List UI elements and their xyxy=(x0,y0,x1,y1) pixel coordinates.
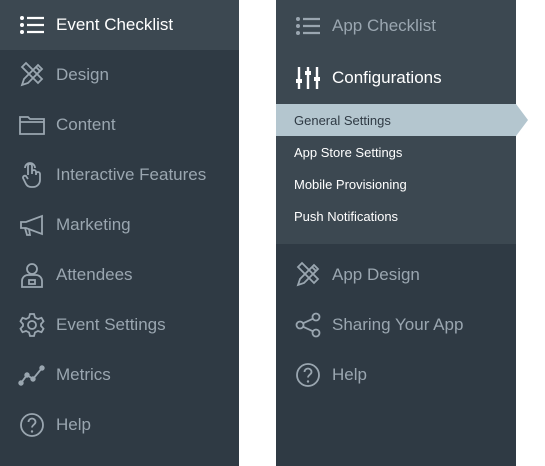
app-checklist-header[interactable]: App Checklist xyxy=(276,0,516,52)
sidebar-item-label: Attendees xyxy=(56,265,133,284)
sidebar-item-attendees[interactable]: Attendees xyxy=(0,250,239,300)
sidebar-item-label: Design xyxy=(56,65,109,84)
touch-hand-icon xyxy=(17,160,47,190)
sidebar-item-label: Event Settings xyxy=(56,315,166,334)
sidebar-item-design[interactable]: Design xyxy=(0,50,239,100)
subitem-app-store-settings[interactable]: App Store Settings xyxy=(276,136,516,168)
help-icon xyxy=(293,360,323,390)
list-icon xyxy=(17,10,47,40)
attendee-badge-icon xyxy=(17,260,47,290)
event-checklist-header[interactable]: Event Checklist xyxy=(0,0,239,50)
subitem-mobile-provisioning[interactable]: Mobile Provisioning xyxy=(276,168,516,200)
sidebar-item-help[interactable]: Help xyxy=(276,350,516,400)
sidebar-item-label: Metrics xyxy=(56,365,111,384)
app-checklist-label: App Checklist xyxy=(332,16,436,35)
app-checklist-sidebar: App Checklist Configurations General Set… xyxy=(276,0,528,466)
event-checklist-label: Event Checklist xyxy=(56,15,174,34)
configurations-section: Configurations General Settings App Stor… xyxy=(276,52,528,244)
sidebar-item-marketing[interactable]: Marketing xyxy=(0,200,239,250)
sidebar-item-label: App Design xyxy=(332,265,420,284)
megaphone-icon xyxy=(17,210,47,240)
sidebar-item-help[interactable]: Help xyxy=(0,400,239,450)
sliders-icon xyxy=(293,63,323,93)
sidebar-item-label: Help xyxy=(332,365,367,384)
help-icon xyxy=(17,410,47,440)
sidebar-item-label: Help xyxy=(56,415,91,434)
sidebar-item-label: Marketing xyxy=(56,215,131,234)
sidebar-item-label: Content xyxy=(56,115,116,134)
sidebar-item-interactive-features[interactable]: Interactive Features xyxy=(0,150,239,200)
sidebar-item-configurations[interactable]: Configurations xyxy=(276,52,516,104)
sidebar-item-label: Interactive Features xyxy=(56,165,207,184)
subitem-label: App Store Settings xyxy=(294,144,403,160)
subitem-push-notifications[interactable]: Push Notifications xyxy=(276,200,516,232)
event-checklist-sidebar: Event Checklist Design Content Interacti… xyxy=(0,0,239,466)
configurations-label: Configurations xyxy=(332,68,442,87)
sidebar-item-content[interactable]: Content xyxy=(0,100,239,150)
sidebar-item-metrics[interactable]: Metrics xyxy=(0,350,239,400)
sidebar-item-app-design[interactable]: App Design xyxy=(276,250,516,300)
subitem-general-settings[interactable]: General Settings xyxy=(276,104,528,136)
subitem-label: Push Notifications xyxy=(294,208,399,224)
subitem-label: General Settings xyxy=(294,112,391,128)
folder-icon xyxy=(17,110,47,140)
share-icon xyxy=(293,310,323,340)
sidebar-item-label: Sharing Your App xyxy=(332,315,464,334)
list-icon xyxy=(293,11,323,41)
sidebar-item-sharing-your-app[interactable]: Sharing Your App xyxy=(276,300,516,350)
sidebar-item-event-settings[interactable]: Event Settings xyxy=(0,300,239,350)
line-chart-icon xyxy=(17,360,47,390)
gear-icon xyxy=(17,310,47,340)
design-tools-icon xyxy=(293,260,323,290)
selected-arrow-indicator xyxy=(516,104,528,136)
subitem-label: Mobile Provisioning xyxy=(294,176,407,192)
design-tools-icon xyxy=(17,60,47,90)
